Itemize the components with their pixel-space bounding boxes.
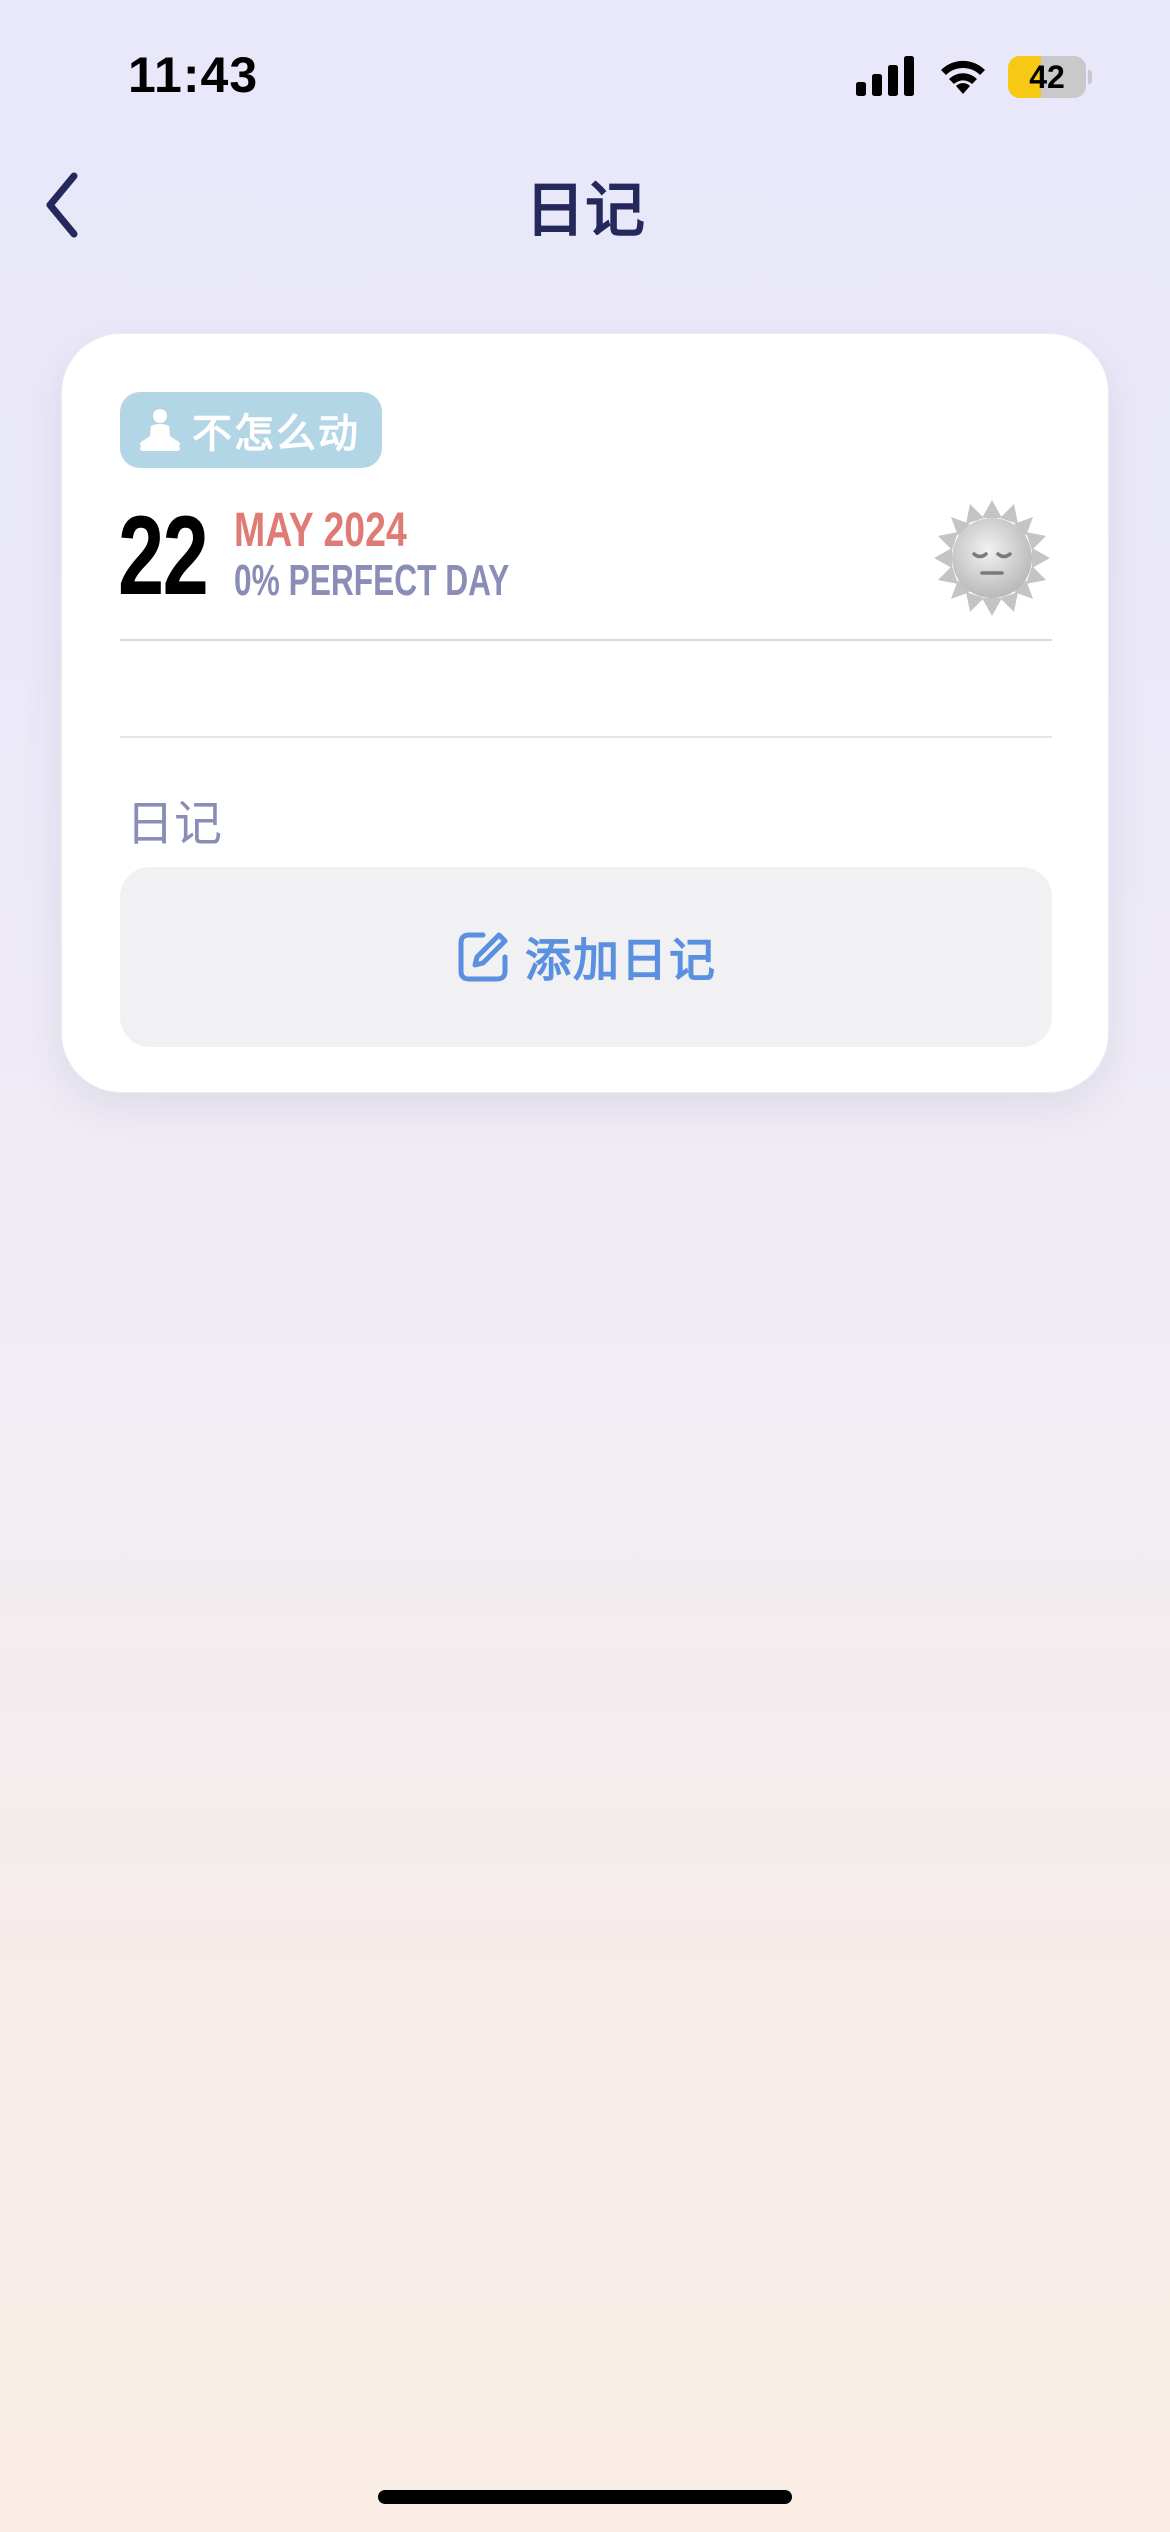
status-time: 11:43 — [128, 47, 259, 103]
battery-icon: 42 — [1008, 56, 1092, 98]
battery-cap — [1088, 70, 1092, 84]
battery-body: 42 — [1008, 56, 1086, 98]
signal-icon — [856, 56, 914, 96]
date-day: 22 — [118, 493, 209, 618]
sleepy-sun-icon[interactable] — [932, 498, 1052, 618]
home-indicator[interactable] — [378, 2490, 792, 2504]
date-month-year: MAY 2024 — [234, 504, 407, 557]
page-title: 日记 — [525, 176, 645, 246]
activity-badge[interactable]: 不怎么动 — [120, 392, 382, 468]
diary-section-label: 日记 — [126, 796, 223, 852]
divider — [120, 639, 1052, 641]
status-bar: 11:43 42 — [0, 0, 1170, 150]
divider — [120, 736, 1052, 738]
add-diary-button[interactable]: 添加日记 — [120, 867, 1052, 1047]
add-diary-label: 添加日记 — [525, 933, 717, 987]
wifi-icon — [941, 60, 985, 94]
battery-level-text: 42 — [1029, 59, 1065, 95]
diary-entry-card: 不怎么动 22 MAY 2024 0% PERFECT DAY 日记 添加日记 — [61, 333, 1109, 1093]
perfect-day-percentage: 0% PERFECT DAY — [234, 556, 510, 605]
meditation-person-icon — [140, 409, 180, 451]
edit-square-icon — [458, 932, 508, 982]
activity-badge-label: 不怎么动 — [192, 411, 360, 457]
